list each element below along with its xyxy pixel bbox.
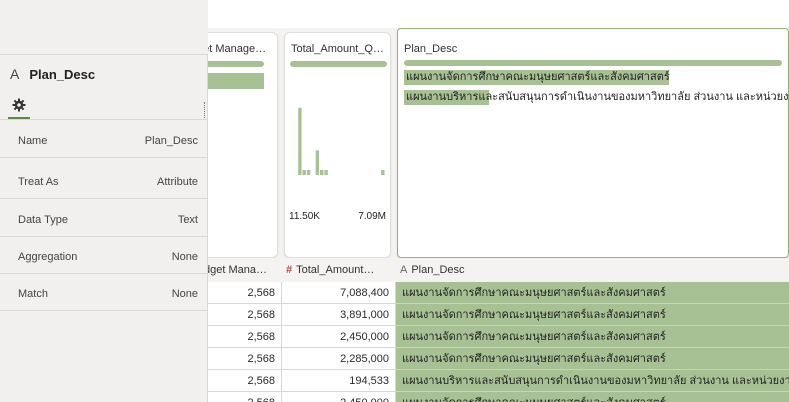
cell-plan-desc[interactable]: แผนงานจัดการศึกษาคณะมนุษยศาสตร์และสังคมศ…	[396, 326, 789, 348]
property-key: Match	[18, 288, 48, 300]
histogram-bar[interactable]	[315, 150, 320, 175]
cell-budget[interactable]: 2,568	[200, 326, 282, 348]
cell-budget[interactable]: 2,568	[200, 348, 282, 370]
card-title: get Manage…	[200, 43, 267, 55]
cell-total-amount[interactable]: 7,088,400	[282, 282, 396, 304]
histogram-min-label: 11.50K	[289, 211, 320, 222]
property-key: Treat As	[18, 176, 59, 188]
properties-title: Plan_Desc	[29, 66, 96, 82]
card-title: Total_Amount_Q…	[291, 43, 384, 55]
cell-total-amount[interactable]: 2,285,000	[282, 348, 396, 370]
cell-plan-desc[interactable]: แผนงานจัดการศึกษาคณะมนุษยศาสตร์และสังคมศ…	[396, 282, 789, 304]
attribute-icon: A	[400, 264, 408, 276]
cell-plan-desc[interactable]: แผนงานจัดการศึกษาคณะมนุษยศาสตร์และสังคมศ…	[396, 348, 789, 370]
cell-budget[interactable]: 2,568	[200, 392, 282, 402]
general-settings-tab[interactable]	[8, 95, 30, 119]
value-bar[interactable]: 8	[200, 73, 264, 89]
cell-total-amount[interactable]: 2,450,000	[282, 326, 396, 348]
value-item[interactable]: แผนงานจัดการศึกษาคณะมนุษยศาสตร์และสังคมศ…	[404, 70, 670, 85]
property-key: Aggregation	[18, 251, 78, 263]
column-header-plan-desc[interactable]: A Plan_Desc	[400, 258, 780, 282]
histogram-bar[interactable]	[320, 170, 324, 175]
attribute-type-icon: A	[10, 66, 20, 82]
card-header-bar	[404, 60, 782, 66]
cell-budget[interactable]: 2,568	[200, 304, 282, 326]
cell-plan-desc[interactable]: แผนงานจัดการศึกษาคณะมนุษยศาสตร์และสังคมศ…	[396, 304, 789, 326]
properties-panel-top	[0, 0, 208, 55]
property-value[interactable]: Attribute	[157, 176, 198, 188]
cell-total-amount[interactable]: 194,533	[282, 370, 396, 392]
property-row-data-type[interactable]: Data Type Text	[0, 200, 208, 237]
table-row[interactable]: 2,568 3,891,000 แผนงานจัดการศึกษาคณะมนุษ…	[200, 304, 789, 326]
property-key: Data Type	[18, 214, 68, 226]
column-card-budget[interactable]: get Manage… 8	[200, 32, 278, 258]
histogram-chart[interactable]	[289, 93, 389, 205]
histogram-bar[interactable]	[298, 107, 302, 175]
cell-plan-desc[interactable]: แผนงานบริหารและสนับสนุนการดำเนินงานของมห…	[396, 370, 789, 392]
property-row-name[interactable]: Name Plan_Desc	[0, 121, 208, 158]
measure-icon: #	[286, 264, 293, 276]
column-header-label: Plan_Desc	[411, 264, 465, 276]
value-label: แผนงานจัดการศึกษาคณะมนุษยศาสตร์และสังคมศ…	[406, 71, 670, 83]
histogram-bar[interactable]	[302, 170, 306, 175]
column-card-total-amount[interactable]: Total_Amount_Q… 11.50K 7.09M	[284, 32, 391, 258]
properties-panel: A Plan_Desc Name Plan_Desc Treat As Attr…	[0, 0, 208, 402]
divider	[0, 119, 208, 120]
property-value[interactable]: Plan_Desc	[145, 135, 198, 147]
column-header-label: Total_Amount…	[296, 264, 375, 276]
card-header-bar	[290, 61, 387, 67]
table-row[interactable]: 2,568 2,450,000 แผนงานจัดการศึกษาคณะมนุษ…	[200, 392, 789, 402]
column-header-total-amount[interactable]: # Total_Amount…	[286, 258, 390, 282]
value-item[interactable]: แผนงานบริหารและสนับสนุนการดำเนินงานของมห…	[404, 90, 788, 105]
property-row-aggregation[interactable]: Aggregation None	[0, 237, 208, 274]
property-value[interactable]: Text	[178, 214, 198, 226]
table-row[interactable]: 2,568 2,450,000 แผนงานจัดการศึกษาคณะมนุษ…	[200, 326, 789, 348]
property-row-treat-as[interactable]: Treat As Attribute	[0, 162, 208, 199]
column-header-label: dget Mana…	[204, 264, 267, 276]
card-header-bar	[200, 61, 264, 67]
panel-resize-handle[interactable]	[204, 102, 206, 118]
column-card-plan-desc[interactable]: Plan_Desc แผนงานจัดการศึกษาคณะมนุษยศาสตร…	[397, 28, 789, 258]
histogram-bar[interactable]	[324, 170, 328, 175]
cell-budget[interactable]: 2,568	[200, 282, 282, 304]
histogram-max-label: 7.09M	[358, 211, 386, 222]
table-row[interactable]: 2,568 194,533 แผนงานบริหารและสนับสนุนการ…	[200, 370, 789, 392]
table-row[interactable]: 2,568 2,285,000 แผนงานจัดการศึกษาคณะมนุษ…	[200, 348, 789, 370]
properties-header: A Plan_Desc	[10, 64, 95, 84]
cell-total-amount[interactable]: 2,450,000	[282, 392, 396, 402]
cell-plan-desc[interactable]: แผนงานจัดการศึกษาคณะมนุษยศาสตร์และสังคมศ…	[396, 392, 789, 402]
gear-icon	[12, 98, 26, 112]
property-key: Name	[18, 135, 48, 147]
column-header-budget[interactable]: dget Mana…	[204, 258, 282, 282]
table-header: dget Mana… # Total_Amount… A Plan_Desc	[200, 258, 789, 282]
histogram-bar[interactable]	[306, 170, 311, 175]
cell-budget[interactable]: 2,568	[200, 370, 282, 392]
table-row[interactable]: 2,568 7,088,400 แผนงานจัดการศึกษาคณะมนุษ…	[200, 282, 789, 304]
property-row-match[interactable]: Match None	[0, 274, 208, 311]
card-title: Plan_Desc	[404, 43, 458, 55]
cell-total-amount[interactable]: 3,891,000	[282, 304, 396, 326]
histogram-bar[interactable]	[381, 170, 385, 175]
data-profile-canvas: get Manage… 8 Total_Amount_Q… 11.50K 7.0…	[200, 28, 789, 402]
value-label: แผนงานบริหารและสนับสนุนการดำเนินงานของมห…	[406, 91, 789, 103]
property-value[interactable]: None	[172, 251, 198, 263]
property-value[interactable]: None	[172, 288, 198, 300]
